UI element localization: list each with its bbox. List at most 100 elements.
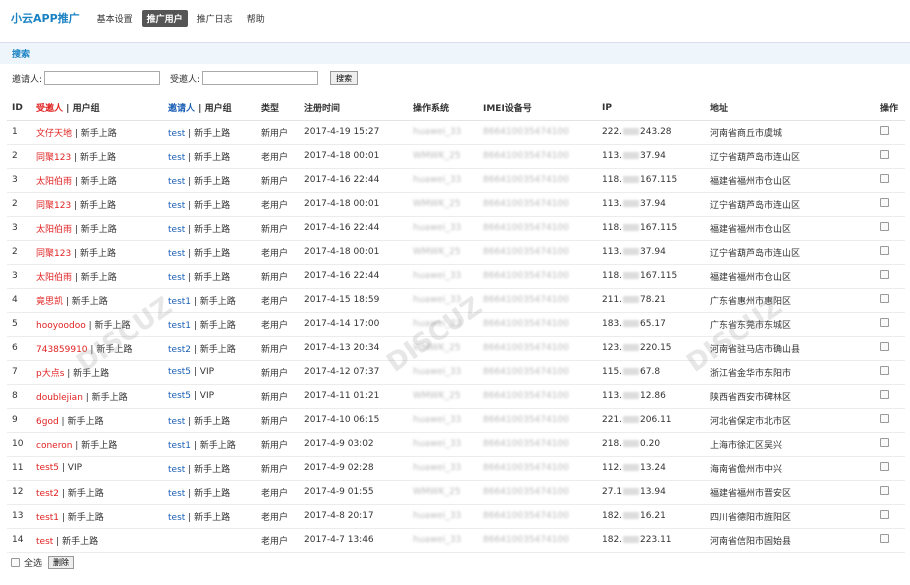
cell-invitee: 文仔天地 | 新手上路 — [31, 120, 163, 145]
ip-suffix: 37.94 — [640, 247, 666, 257]
row-checkbox[interactable] — [880, 150, 889, 159]
inviter-link[interactable]: test5 — [168, 391, 191, 401]
row-checkbox[interactable] — [880, 270, 889, 279]
invitee-link[interactable]: test1 — [36, 513, 59, 523]
row-checkbox[interactable] — [880, 198, 889, 207]
cell-ip: 118. 167.115 — [597, 216, 705, 241]
inviter-link[interactable]: test — [168, 201, 185, 211]
row-checkbox[interactable] — [880, 126, 889, 135]
row-checkbox[interactable] — [880, 486, 889, 495]
row-checkbox[interactable] — [880, 342, 889, 351]
cell-type: 新用户 — [256, 432, 299, 457]
nav-basic-settings[interactable]: 基本设置 — [92, 10, 138, 27]
ip-suffix: 13.24 — [640, 463, 666, 473]
row-checkbox[interactable] — [880, 438, 889, 447]
row-checkbox[interactable] — [880, 534, 889, 543]
row-checkbox[interactable] — [880, 462, 889, 471]
inviter-link[interactable]: test — [168, 129, 185, 139]
cell-ip: 118. 167.115 — [597, 264, 705, 289]
invitee-link[interactable]: 同聚123 — [36, 201, 71, 211]
invitee-link[interactable]: 太阳伯雨 — [36, 177, 72, 187]
inviter-link[interactable]: test — [168, 465, 185, 475]
inviter-link[interactable]: test — [168, 249, 185, 259]
delete-button[interactable]: 删除 — [48, 556, 75, 569]
select-all-checkbox[interactable] — [11, 558, 20, 567]
cell-regtime: 2017-4-19 15:27 — [299, 120, 408, 145]
ip-suffix: 12.86 — [640, 391, 666, 401]
ip-prefix: 221. — [602, 415, 623, 425]
cell-imei: 866410035474100 — [478, 408, 597, 433]
row-checkbox[interactable] — [880, 390, 889, 399]
invitee-link[interactable]: p大点s — [36, 369, 64, 379]
cell-id: 12 — [7, 480, 31, 505]
nav-promotion-log[interactable]: 推广日志 — [192, 10, 238, 27]
inviter-input[interactable] — [44, 71, 161, 85]
cell-invitee: doublejian | 新手上路 — [31, 384, 163, 409]
row-checkbox[interactable] — [880, 414, 889, 423]
cell-regtime: 2017-4-8 20:17 — [299, 504, 408, 529]
ip-suffix: 0.20 — [640, 439, 661, 449]
invitee-link[interactable]: hooyoodoo — [36, 321, 86, 331]
cell-imei: 866410035474100 — [478, 504, 597, 529]
ip-prefix: 118. — [602, 175, 623, 185]
cell-ip: 118. 167.115 — [597, 168, 705, 193]
table-row: 5 hooyoodoo | 新手上路 test1 | 新手上路 老用户 2017… — [7, 312, 905, 337]
row-checkbox[interactable] — [880, 318, 889, 327]
col-address: 地址 — [705, 96, 875, 121]
invitee-link[interactable]: coneron — [36, 441, 72, 451]
invitee-link[interactable]: 6god — [36, 417, 59, 427]
cell-inviter: test | 新手上路 — [163, 168, 256, 193]
table-row: 2 同聚123 | 新手上路 test | 新手上路 老用户 2017-4-18… — [7, 240, 905, 265]
row-checkbox[interactable] — [880, 222, 889, 231]
invitee-link[interactable]: 太阳伯雨 — [36, 273, 72, 283]
inviter-group: 新手上路 — [199, 440, 236, 451]
invitee-link[interactable]: 太阳伯雨 — [36, 225, 72, 235]
inviter-link[interactable]: test — [168, 225, 185, 235]
invitee-link[interactable]: 同聚123 — [36, 249, 71, 259]
cell-action — [875, 336, 905, 361]
invitee-link[interactable]: test5 — [36, 463, 59, 473]
row-checkbox[interactable] — [880, 366, 889, 375]
row-checkbox[interactable] — [880, 294, 889, 303]
inviter-link[interactable]: test5 — [168, 367, 191, 377]
invitee-link[interactable]: 竟思凯 — [36, 297, 63, 307]
cell-id: 10 — [7, 432, 31, 457]
brand-title: 小云APP推广 — [11, 12, 80, 25]
invitee-link[interactable]: test2 — [36, 489, 59, 499]
inviter-link[interactable]: test — [168, 513, 185, 523]
cell-inviter: test5 | VIP — [163, 384, 256, 409]
inviter-link[interactable]: test — [168, 153, 185, 163]
row-checkbox[interactable] — [880, 246, 889, 255]
cell-action — [875, 456, 905, 481]
cell-action — [875, 216, 905, 241]
search-filters: 邀请人: 受邀人: 搜索 — [12, 71, 359, 85]
cell-id: 2 — [7, 240, 31, 265]
cell-imei: 866410035474100 — [478, 216, 597, 241]
inviter-link[interactable]: test — [168, 417, 185, 427]
inviter-link[interactable]: test — [168, 177, 185, 187]
invitee-link[interactable]: test — [36, 537, 53, 547]
row-checkbox[interactable] — [880, 510, 889, 519]
cell-id: 4 — [7, 288, 31, 313]
inviter-link[interactable]: test — [168, 489, 185, 499]
inviter-link[interactable]: test2 — [168, 345, 191, 355]
inviter-link[interactable]: test — [168, 273, 185, 283]
invitee-input[interactable] — [202, 71, 319, 85]
cell-invitee: 同聚123 | 新手上路 — [31, 240, 163, 265]
inviter-link[interactable]: test1 — [168, 321, 191, 331]
cell-os: huawei_33 — [408, 360, 478, 385]
nav-promoted-users[interactable]: 推广用户 — [141, 9, 188, 27]
invitee-link[interactable]: 同聚123 — [36, 153, 71, 163]
cell-type: 老用户 — [256, 480, 299, 505]
cell-address: 河南省信阳市固始县 — [705, 528, 875, 553]
invitee-link[interactable]: 文仔天地 — [36, 129, 72, 139]
ip-mask — [623, 248, 640, 255]
invitee-link[interactable]: 743859910 — [36, 345, 88, 355]
invitee-link[interactable]: doublejian — [36, 393, 83, 403]
inviter-link[interactable]: test1 — [168, 297, 191, 307]
nav-help[interactable]: 帮助 — [242, 10, 270, 27]
cell-inviter: test | 新手上路 — [163, 504, 256, 529]
search-button[interactable]: 搜索 — [330, 71, 359, 85]
inviter-link[interactable]: test1 — [168, 441, 191, 451]
row-checkbox[interactable] — [880, 174, 889, 183]
